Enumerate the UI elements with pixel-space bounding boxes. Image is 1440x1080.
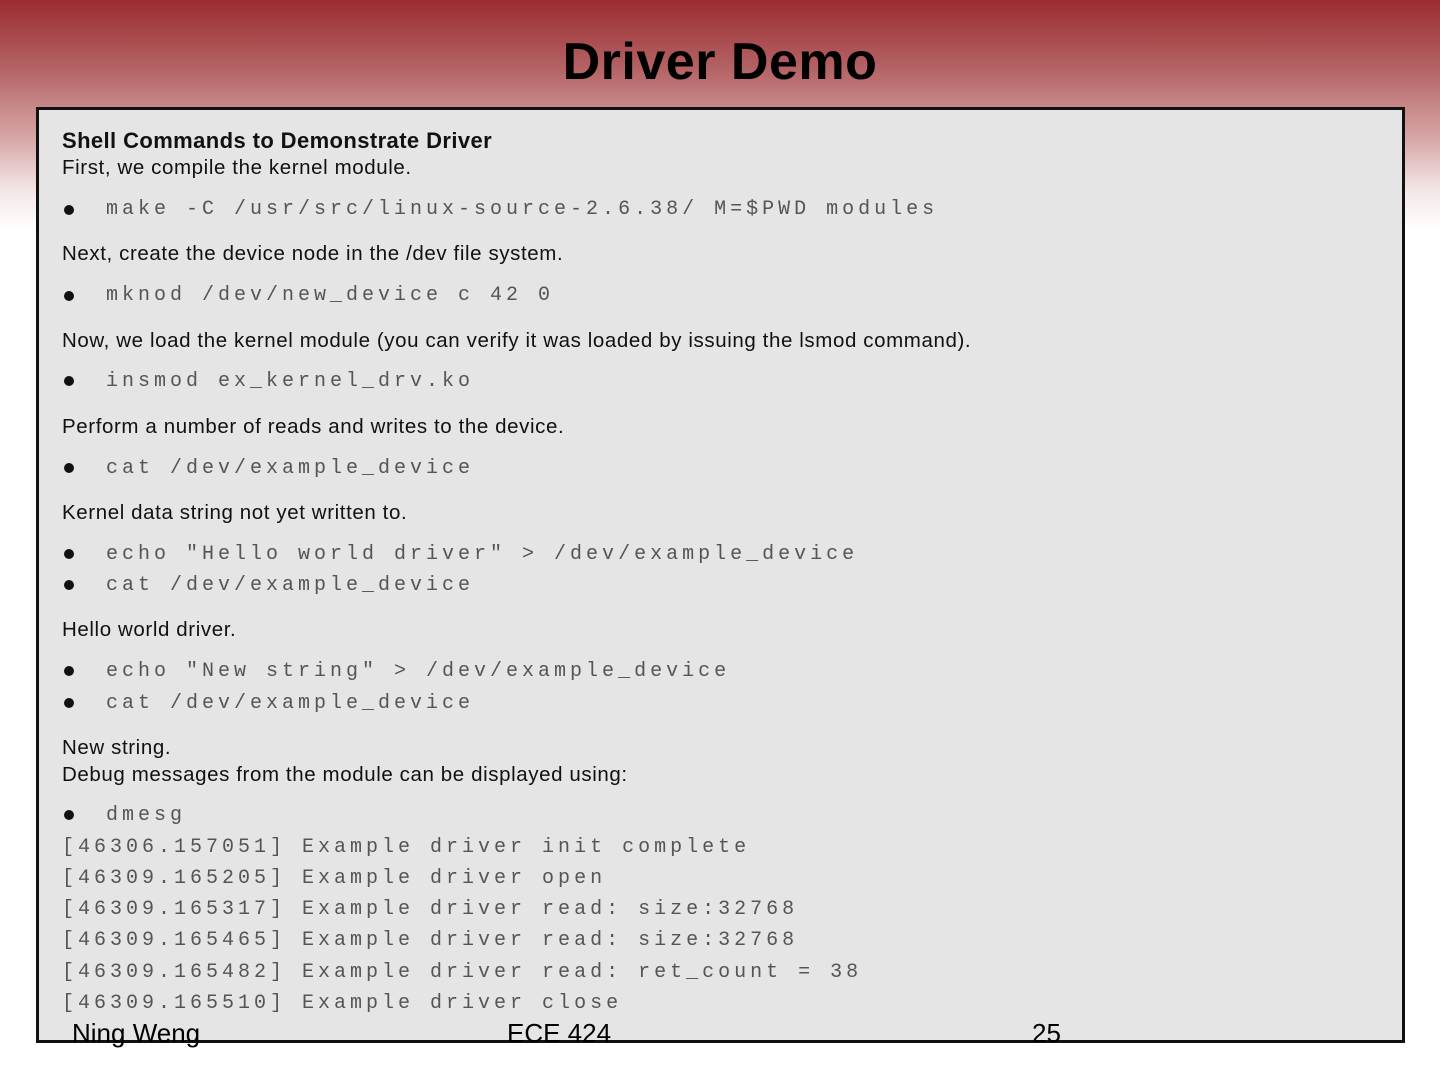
section-heading: Shell Commands to Demonstrate Driver: [62, 128, 493, 153]
dmesg-output-line: [46309.165465] Example driver read: size…: [62, 929, 799, 952]
bullet-icon: [64, 549, 74, 559]
command-line: insmod ex_kernel_drv.ko: [106, 370, 475, 393]
footer-page-number: 25: [1032, 1018, 1061, 1048]
bullet-icon: [64, 698, 74, 708]
dmesg-output-line: [46309.165510] Example driver close: [62, 992, 623, 1015]
dmesg-output-line: [46309.165482] Example driver read: ret_…: [62, 961, 863, 984]
dmesg-output-line: [46309.165205] Example driver open: [62, 867, 607, 890]
command-line: echo "New string" > /dev/example_device: [106, 660, 731, 683]
text-line: Perform a number of reads and writes to …: [62, 415, 565, 438]
text-line: First, we compile the kernel module.: [62, 156, 412, 179]
text-line: Hello world driver.: [62, 618, 237, 641]
dmesg-output-line: [46309.165317] Example driver read: size…: [62, 898, 799, 921]
command-line: cat /dev/example_device: [106, 692, 475, 715]
slide-title: Driver Demo: [562, 33, 878, 91]
text-line: Now, we load the kernel module (you can …: [62, 329, 972, 352]
bullet-icon: [64, 666, 74, 676]
command-line: cat /dev/example_device: [106, 574, 475, 597]
command-line: echo "Hello world driver" > /dev/example…: [106, 543, 859, 566]
dmesg-output-line: [46306.157051] Example driver init compl…: [62, 836, 751, 859]
footer-course: ECE 424: [507, 1018, 612, 1048]
command-line: mknod /dev/new_device c 42 0: [106, 284, 555, 307]
text-line: Kernel data string not yet written to.: [62, 501, 408, 524]
bullet-icon: [64, 463, 74, 473]
text-line: New string.: [62, 736, 172, 759]
command-line: cat /dev/example_device: [106, 457, 475, 480]
command-line: dmesg: [106, 804, 187, 827]
bullet-icon: [64, 205, 74, 215]
bullet-icon: [64, 376, 74, 386]
bullet-icon: [64, 580, 74, 590]
text-line: Next, create the device node in the /dev…: [62, 242, 564, 265]
bullet-icon: [64, 810, 74, 820]
command-line: make -C /usr/src/linux-source-2.6.38/ M=…: [106, 198, 939, 221]
bullet-icon: [64, 291, 74, 301]
footer-author: Ning Weng: [72, 1018, 201, 1048]
text-line: Debug messages from the module can be di…: [62, 763, 628, 786]
